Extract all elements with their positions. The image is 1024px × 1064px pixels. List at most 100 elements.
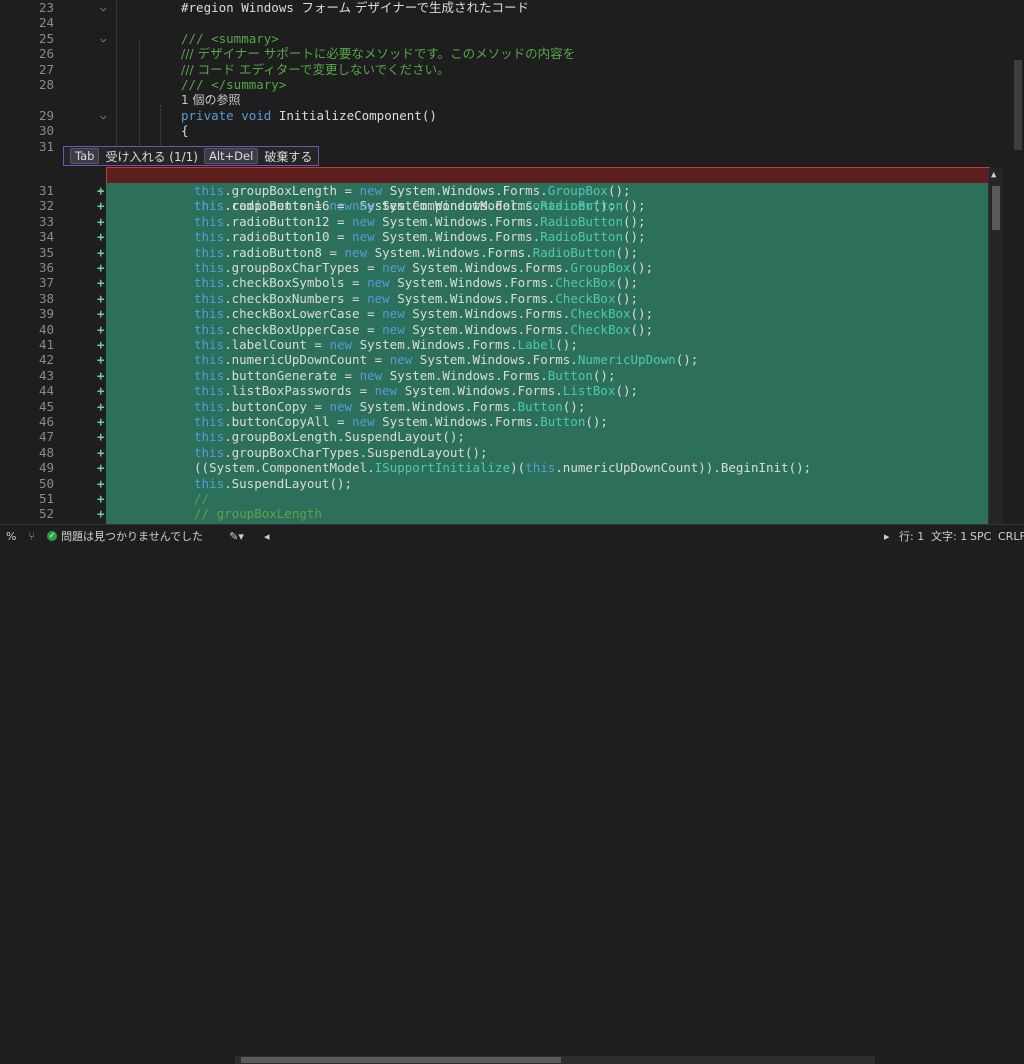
code-token: .buttonGenerate = [224, 367, 360, 383]
type-token: NumericUpDown [577, 352, 676, 368]
discard-label[interactable]: 破棄する [264, 148, 312, 165]
code-token: this [194, 398, 225, 414]
tab-key[interactable]: Tab [70, 148, 100, 164]
line-number: 52 [38, 506, 54, 522]
code-token: /// <summary> [181, 30, 279, 46]
type-token: GroupBox [570, 260, 631, 275]
code-token: System.Windows.Forms.Button [390, 368, 593, 383]
code-token: { [181, 123, 189, 139]
code-editor[interactable]: 23 ⌵ #region Windows フォーム デザイナーで生成されたコード 24… [0, 0, 1024, 524]
code-token: フォーム デザイナーで生成されたコード [301, 0, 530, 15]
code-text: { [181, 123, 189, 138]
code-token: .SuspendLayout(); [224, 475, 353, 491]
added-code: this.checkBoxSymbols = new System.Window… [194, 275, 638, 290]
code-token: this [194, 475, 225, 491]
line-number: 50 [38, 475, 54, 491]
code-token: new [352, 414, 375, 429]
code-text: private void InitializeComponent() [181, 108, 437, 123]
line-number: 24 [38, 15, 54, 31]
code-token: new [389, 352, 413, 368]
code-token: // groupBoxLength [194, 506, 322, 522]
namespace-token: System.Windows.Forms. [382, 213, 541, 229]
code-token: new [382, 260, 405, 275]
alt-del-key[interactable]: Alt+Del [203, 148, 259, 164]
horizontal-scroll-thumb[interactable] [241, 1057, 561, 1063]
added-code: this.groupBoxCharTypes = new System.Wind… [194, 260, 653, 275]
line-number: 30 [38, 123, 54, 139]
added-line: 38 + this.checkBoxNumbers = new System.Win… [0, 291, 1024, 306]
diff-vertical-scrollbar[interactable]: ▲ [988, 168, 1003, 524]
code-token: (); [615, 275, 639, 291]
accept-label[interactable]: 受け入れる (1/1) [105, 148, 198, 165]
fold-chevron-icon[interactable]: ⌵ [100, 31, 114, 46]
added-code: this.groupBoxCharTypes.SuspendLayout(); [194, 445, 488, 460]
code-token: this [194, 275, 225, 291]
added-sign: + [97, 198, 105, 214]
code-token: (); [630, 321, 654, 337]
code-line: 27 /// コード エディターで変更しないでください。 [0, 62, 1024, 77]
code-token: System.Windows.Forms.RadioButton [382, 198, 623, 213]
zoom-level[interactable]: % [0, 530, 22, 543]
added-sign: + [97, 244, 105, 260]
code-token: new [329, 337, 353, 352]
code-text: /// </summary> [181, 77, 286, 92]
diff-scroll-thumb[interactable] [992, 186, 1000, 230]
code-token: new [352, 213, 375, 229]
code-token: (); [630, 260, 654, 275]
code-token: this [194, 244, 225, 260]
code-token: 1 個の参照 [181, 93, 241, 108]
line-number: 47 [38, 429, 54, 445]
code-token: System.Windows.Forms.CheckBox [412, 322, 630, 337]
code-token: (); [623, 213, 646, 229]
code-line: 24 [0, 15, 1024, 30]
scroll-left-icon[interactable]: ◂ [258, 530, 276, 543]
scroll-up-icon[interactable]: ▲ [991, 170, 996, 180]
editor-scroll-thumb[interactable] [1014, 60, 1022, 150]
namespace-token: System.Windows.Forms. [374, 244, 533, 260]
code-token: .radioButton10 = [224, 229, 353, 245]
namespace-token: System.Windows.Forms. [382, 229, 541, 245]
issues-indicator[interactable]: ✓ 問題は見つかりませんでした [41, 528, 209, 544]
fold-chevron-icon[interactable]: ⌵ [100, 0, 114, 15]
code-token: (); [675, 352, 699, 368]
line-number: 46 [38, 414, 54, 429]
code-token: .groupBoxCharTypes.SuspendLayout(); [224, 444, 488, 460]
namespace-token: System.Windows.Forms. [419, 352, 578, 368]
code-token: .buttonCopy = [224, 398, 330, 414]
added-code: this.checkBoxUpperCase = new System.Wind… [194, 322, 653, 337]
fold-chevron-icon[interactable]: ⌵ [100, 108, 114, 123]
added-line: 46 + this.buttonCopyAll = new System.Windo… [0, 414, 1024, 429]
code-token: .checkBoxSymbols = [224, 275, 368, 291]
type-token: GroupBox [547, 183, 608, 198]
added-sign: + [97, 460, 105, 476]
added-code: this.SuspendLayout(); [194, 476, 352, 491]
branch-icon[interactable]: ⑂ [22, 530, 41, 543]
added-sign: + [97, 352, 105, 368]
line-number: 34 [38, 229, 54, 245]
code-line: 29 ⌵ private void InitializeComponent() [0, 108, 1024, 123]
added-line: 37 + this.checkBoxSymbols = new System.Win… [0, 275, 1024, 290]
added-line: 51 + // [0, 491, 1024, 506]
code-token: #region Windows [181, 0, 302, 15]
code-token: .groupBoxLength = [224, 183, 360, 198]
editor-vertical-scrollbar[interactable] [1010, 0, 1024, 524]
added-line: 47 + this.groupBoxLength.SuspendLayout(); [0, 429, 1024, 444]
line-number: 45 [38, 398, 54, 414]
added-code: this.checkBoxLowerCase = new System.Wind… [194, 306, 653, 321]
added-line: 40 + this.checkBoxUpperCase = new System.W… [0, 322, 1024, 337]
namespace-token: System.Windows.Forms. [359, 337, 518, 352]
namespace-token: System.Windows.Forms. [382, 198, 541, 214]
code-token: this [194, 383, 225, 399]
added-sign: + [97, 183, 105, 198]
line-number: 44 [38, 383, 54, 399]
brush-icon[interactable]: ✎▾ [223, 530, 250, 543]
added-sign: + [97, 398, 105, 414]
horizontal-scrollbar[interactable] [235, 1056, 875, 1064]
namespace-token: System.Windows.Forms. [389, 183, 548, 198]
line-ending-indicator[interactable]: CRLF [992, 530, 1024, 543]
removed-line: - this.components = new System.Component… [0, 167, 1024, 212]
code-token: .listBoxPasswords = [224, 383, 375, 399]
